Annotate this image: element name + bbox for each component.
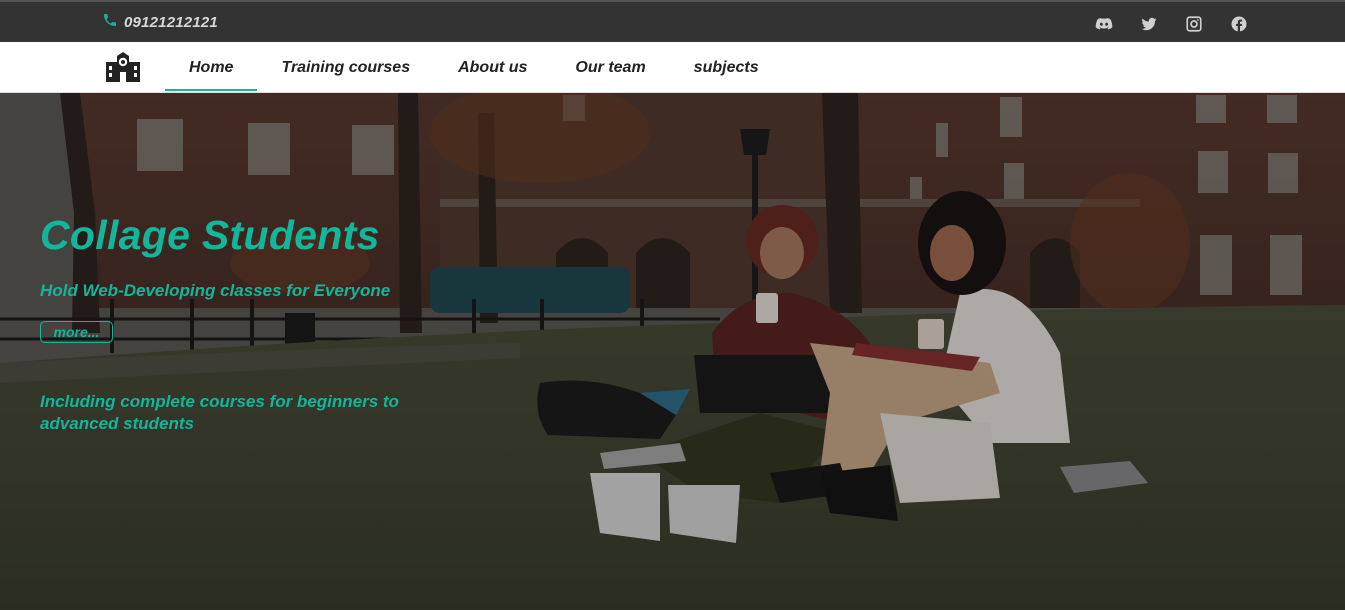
facebook-icon[interactable] xyxy=(1229,14,1249,34)
more-button[interactable]: more... xyxy=(40,321,113,343)
nav-item-our-team[interactable]: Our team xyxy=(551,42,669,93)
nav-item-home[interactable]: Home xyxy=(165,42,258,93)
twitter-icon[interactable] xyxy=(1139,14,1159,34)
hero-description: Including complete courses for beginners… xyxy=(40,392,399,433)
nav-item-training-courses[interactable]: Training courses xyxy=(257,42,434,93)
phone-contact[interactable]: 09121212121 xyxy=(102,12,218,33)
social-links xyxy=(1094,14,1249,34)
hero-background-image xyxy=(0,93,1345,610)
school-logo-icon[interactable] xyxy=(104,50,142,84)
hero-title: Collage Students xyxy=(40,212,380,258)
main-navbar: Home Training courses About us Our team … xyxy=(0,42,1345,93)
nav-item-subjects[interactable]: subjects xyxy=(670,42,783,93)
hero-subtitle: Hold Web-Developing classes for Everyone xyxy=(40,281,391,300)
hero-banner: Collage Students Hold Web-Developing cla… xyxy=(0,93,1345,610)
phone-number: 09121212121 xyxy=(124,14,218,31)
discord-icon[interactable] xyxy=(1094,14,1114,34)
nav-menu: Home Training courses About us Our team … xyxy=(165,42,783,93)
phone-icon xyxy=(102,12,118,33)
instagram-icon[interactable] xyxy=(1184,14,1204,34)
top-bar: 09121212121 xyxy=(0,0,1345,42)
nav-item-about-us[interactable]: About us xyxy=(434,42,551,93)
